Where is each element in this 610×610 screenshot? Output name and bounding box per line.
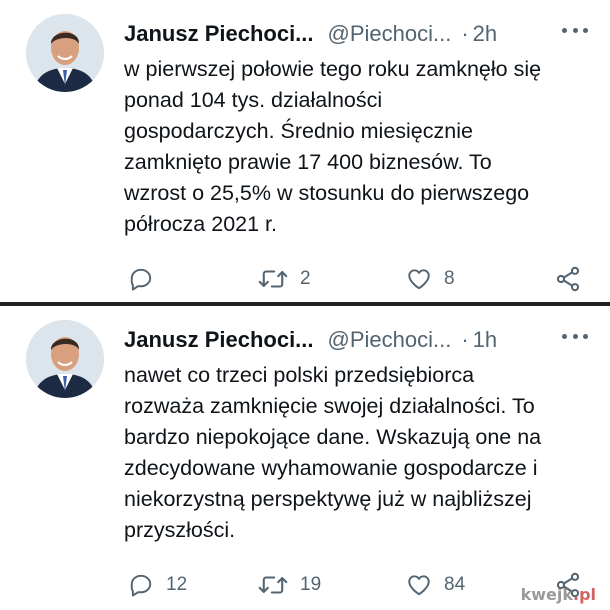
timestamp[interactable]: 2h	[473, 21, 497, 47]
author-name[interactable]: Janusz Piechoci...	[124, 21, 314, 47]
timestamp[interactable]: 1h	[473, 327, 497, 353]
tweet-line: przyszłości.	[124, 518, 236, 542]
retweet-button[interactable]: 19	[258, 568, 321, 602]
action-bar: 2 8	[124, 262, 586, 296]
tweet-line: wzrost o 25,5% w stosunku do pierwszego	[124, 181, 530, 205]
heart-icon	[408, 575, 430, 596]
reply-count: 12	[166, 574, 188, 595]
separator: ·	[461, 21, 469, 46]
retweet-icon	[258, 270, 288, 288]
author-handle[interactable]: @Piechoci...	[328, 327, 452, 353]
more-icon[interactable]	[562, 332, 588, 340]
reply-button[interactable]	[128, 262, 166, 296]
tweet-line: ponad 104 tys. działalności	[124, 88, 383, 112]
watermark-main: kwejk	[520, 585, 573, 604]
retweet-icon	[258, 576, 288, 594]
tweet-text: w pierwszej połowie tego roku zamknęło s…	[124, 54, 584, 240]
like-count: 8	[444, 268, 455, 289]
tweet-text: nawet co trzeci polski przedsiębiorca ro…	[124, 360, 584, 546]
separator: ·	[461, 327, 469, 352]
tweet-line: nawet co trzeci polski przedsiębiorca	[124, 363, 475, 387]
tweet-header: Janusz Piechoci... @Piechoci... · 2h	[124, 20, 497, 48]
retweet-count: 19	[300, 574, 322, 595]
reply-icon	[130, 574, 152, 597]
action-bar: 12 19 84	[124, 568, 586, 602]
share-icon	[556, 266, 580, 292]
reply-icon	[130, 268, 152, 291]
like-count: 84	[444, 574, 466, 595]
tweet-header: Janusz Piechoci... @Piechoci... · 1h	[124, 326, 497, 354]
author-name[interactable]: Janusz Piechoci...	[124, 327, 314, 353]
heart-icon	[408, 269, 430, 290]
tweet-line: niekorzystną perspektywę już w najbliższ…	[124, 487, 532, 511]
like-button[interactable]: 8	[406, 262, 455, 296]
tweet-card[interactable]: Janusz Piechoci... @Piechoci... · 1h naw…	[0, 306, 610, 610]
tweet-line: półrocza 2021 r.	[124, 212, 277, 236]
like-button[interactable]: 84	[406, 568, 465, 602]
avatar[interactable]	[26, 14, 104, 92]
tweet-line: w pierwszej połowie tego roku zamknęło s…	[124, 57, 542, 81]
share-button[interactable]	[554, 262, 582, 296]
reply-button[interactable]: 12	[128, 568, 187, 602]
more-icon[interactable]	[562, 26, 588, 34]
tweet-line: rozważa zamknięcie swojej działalności. …	[124, 394, 535, 418]
tweet-card[interactable]: Janusz Piechoci... @Piechoci... · 2h w p…	[0, 0, 610, 303]
tweet-line: zdecydowane wyhamowanie gospodarcze i	[124, 456, 538, 480]
tweet-line: zamknięto prawie 17 400 biznesów. To	[124, 150, 492, 174]
avatar[interactable]	[26, 320, 104, 398]
tweet-line: gospodarczych. Średnio miesięcznie	[124, 119, 473, 143]
retweet-button[interactable]: 2	[258, 262, 311, 296]
retweet-count: 2	[300, 268, 311, 289]
watermark: kwejk.pl	[521, 585, 596, 604]
author-handle[interactable]: @Piechoci...	[328, 21, 452, 47]
tweet-line: bardzo niepokojące dane. Wskazują one na	[124, 425, 542, 449]
watermark-suffix: .pl	[572, 585, 596, 604]
